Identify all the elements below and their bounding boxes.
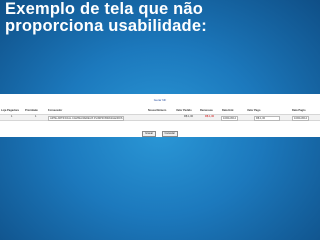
cell-loja: 1 [11, 115, 13, 118]
slide-title-line-2: proporciona usabilidade: [5, 17, 207, 35]
header-loja-pagadora: Loja Pagadora [1, 109, 19, 112]
cell-remessas: R$ 1,00 [205, 115, 215, 118]
header-remessas: Remessas [200, 109, 213, 112]
button-bar: Gravar Cancelar [0, 121, 320, 139]
slide-title-line-1: Exemplo de tela que não [5, 0, 204, 18]
header-prioridade: Prioridade [25, 109, 38, 112]
data-pagto-field[interactable]: 10/01/2014 [292, 115, 309, 121]
fornecedor-field[interactable]: ARTE ARTIFICIAL CAMISA REDEUX PLIMPRI BR… [48, 115, 125, 121]
valor-pago-field[interactable]: R$ 1,00 [254, 115, 280, 121]
header-fornecedor: Fornecedor [48, 109, 63, 112]
slide-title: Exemplo de tela que não proporciona usab… [5, 1, 315, 35]
header-data-entr: Data Entr. [222, 109, 235, 112]
header-valor-pago: Valor Pago [247, 109, 261, 112]
save-button[interactable]: Gravar [142, 131, 157, 137]
header-nosso-numero: Nossa Número [148, 109, 167, 112]
cell-prioridade: 1 [35, 115, 37, 118]
header-valor-pedido: Valor Pedido [176, 109, 192, 112]
header-data-pagto: Data Pagto [292, 109, 306, 112]
data-table: Loja Pagadora Prioridade Fornecedor Noss… [0, 109, 320, 121]
screenshot-panel: Gerar NF Loja Pagadora Prioridade Fornec… [0, 94, 320, 137]
cell-valor-pedido: R$ 1,00 [184, 115, 194, 118]
data-entr-field[interactable]: 10/01/2014 [221, 115, 238, 121]
cancel-button[interactable]: Cancelar [161, 131, 178, 137]
table-row: 1 1 ARTE ARTIFICIAL CAMISA REDEUX PLIMPR… [0, 114, 320, 121]
form-title: Gerar NF [153, 98, 167, 102]
